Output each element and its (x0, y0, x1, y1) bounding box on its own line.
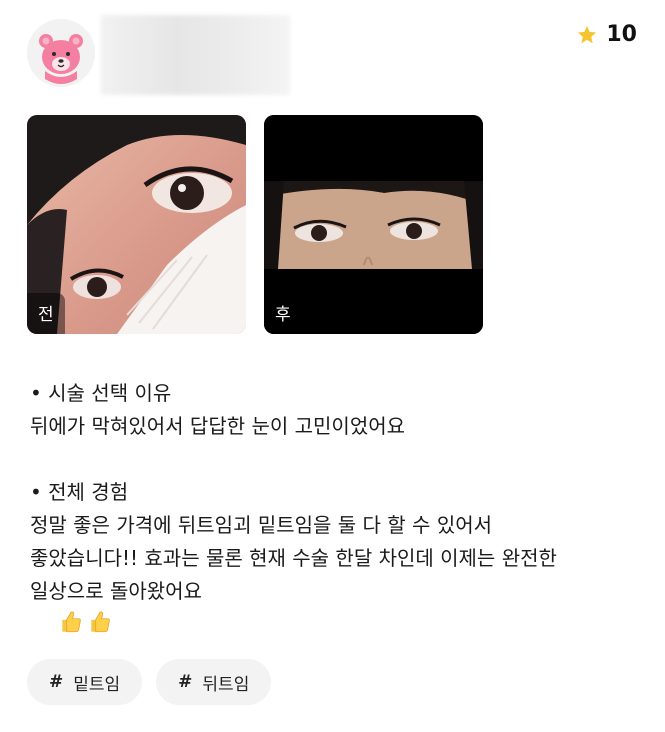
tag-chip-mittrim[interactable]: # 밑트임 (27, 659, 143, 705)
before-after-photos: 전 후 (27, 115, 487, 335)
section2-line3: 일상으로 돌아왔어요 (30, 579, 202, 603)
thumbs-up-icon (62, 611, 82, 633)
after-label: 후 (264, 293, 302, 334)
section2-title: • 전체 경험 (30, 480, 129, 504)
before-label: 전 (27, 293, 65, 334)
review-header: 10 (0, 0, 665, 100)
hash-icon: # (49, 672, 64, 692)
username-redacted (101, 15, 290, 95)
section1-body: 뒤에가 막혀있어서 답답한 눈이 고민이었어요 (30, 414, 406, 438)
after-photo[interactable]: 후 (264, 115, 483, 334)
pink-bear-icon (27, 19, 95, 87)
rating-value: 10 (606, 22, 637, 47)
thumbs-up-icon (91, 611, 111, 633)
section2-line2: 좋았습니다!! 효과는 물론 현재 수술 한달 차인데 이제는 완전한 (30, 546, 557, 570)
hashtag-list: # 밑트임 # 뒤트임 (27, 659, 272, 705)
tag-label: 뒤트임 (202, 674, 250, 695)
section1-title: • 시술 선택 이유 (30, 381, 172, 405)
user-avatar[interactable] (27, 19, 95, 87)
star-icon (578, 25, 597, 43)
tag-chip-dwitrim[interactable]: # 뒤트임 (156, 659, 272, 705)
review-text: • 시술 선택 이유 뒤에가 막혀있어서 답답한 눈이 고민이었어요 • 전체 … (30, 377, 640, 674)
rating: 10 (576, 22, 637, 47)
before-photo[interactable]: 전 (27, 115, 246, 334)
tag-label: 밑트임 (73, 674, 121, 695)
section2-line1: 정말 좋은 가격에 뒤트임괴 밑트임을 둘 다 할 수 있어서 (30, 513, 493, 537)
hash-icon: # (178, 672, 193, 692)
